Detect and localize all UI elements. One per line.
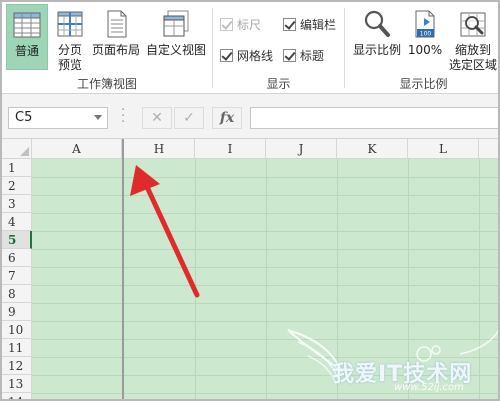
red-arrow-annotation [130,165,200,298]
excel-window: 普通 分页 预览 页面布局 自定义视图 工作簿视图 标尺 编辑栏 网格线 标题 … [0,0,500,401]
